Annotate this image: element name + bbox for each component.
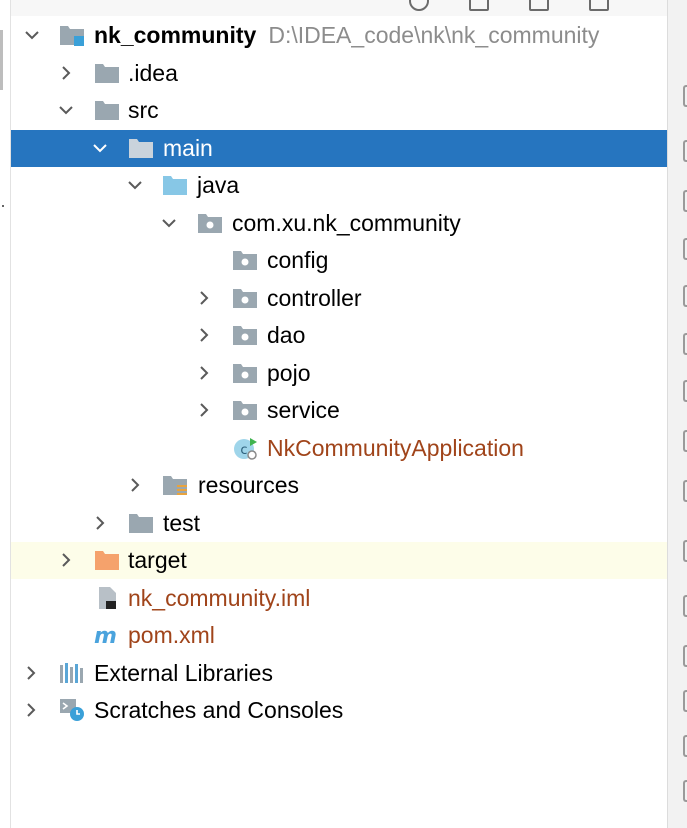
folder-icon <box>95 101 119 120</box>
tree-item-label: resources <box>198 472 299 498</box>
chevron-right-icon[interactable] <box>197 365 211 381</box>
chevron-right-icon[interactable] <box>59 65 73 81</box>
tree-item-label: target <box>128 547 187 573</box>
tree-item-controller[interactable]: controller <box>11 280 667 317</box>
locate-icon[interactable] <box>409 0 429 11</box>
tree-item-label: .idea <box>128 59 178 86</box>
project-path: D:\IDEA_code\nk\nk_community <box>268 22 600 48</box>
settings-icon[interactable] <box>529 0 549 11</box>
tree-item-external-libraries[interactable]: External Libraries <box>11 655 667 692</box>
spring-boot-class-icon: c <box>234 437 257 460</box>
tree-item-nk-community[interactable]: nk_community D:\IDEA_code\nk\nk_community <box>11 17 667 54</box>
svg-text:c: c <box>240 443 247 458</box>
excluded-folder-icon <box>95 551 119 570</box>
tree-item-label: External Libraries <box>94 659 273 686</box>
tree-item-config[interactable]: config <box>11 242 667 279</box>
chevron-right-icon[interactable] <box>24 702 38 718</box>
package-icon <box>233 401 257 420</box>
module-folder-icon <box>60 26 84 46</box>
package-icon <box>233 363 257 383</box>
right-tool-strip <box>667 0 687 828</box>
tree-item-resources[interactable]: resources <box>11 467 667 504</box>
maven-file-icon: m <box>94 624 117 647</box>
tree-item-label: Scratches and Consoles <box>94 697 344 723</box>
tree-item-label: NkCommunityApplication <box>267 434 524 461</box>
package-icon <box>233 326 257 345</box>
tree-item-src[interactable]: src <box>11 92 667 129</box>
tree-item-label: dao <box>267 322 306 348</box>
tree-item-pojo[interactable]: pojo <box>11 355 667 392</box>
package-icon <box>233 288 257 308</box>
resources-folder-icon <box>163 476 187 495</box>
tree-item-target[interactable]: target <box>11 542 667 579</box>
tree-item-label: java <box>197 172 240 198</box>
chevron-right-icon[interactable] <box>197 290 211 306</box>
tree-item-pom[interactable]: m pom.xml <box>11 617 667 654</box>
tree-item-java[interactable]: java <box>11 167 667 204</box>
tree-item-test[interactable]: test <box>11 505 667 542</box>
tree-item-label: service <box>267 397 340 423</box>
iml-file-icon <box>99 586 116 609</box>
tree-item-label: config <box>267 247 329 273</box>
tree-item-iml-file[interactable]: nk_community.iml <box>11 580 667 617</box>
folder-icon <box>95 63 119 83</box>
chevron-right-icon[interactable] <box>59 552 73 568</box>
project-root-label: nk_community D:\IDEA_code\nk\nk_community <box>94 22 600 48</box>
chevron-down-icon[interactable] <box>59 102 73 118</box>
svg-text:m: m <box>94 624 117 647</box>
collapse-all-icon[interactable] <box>469 0 489 11</box>
chevron-right-icon[interactable] <box>197 402 211 418</box>
package-icon <box>198 213 222 233</box>
libraries-icon <box>60 662 83 683</box>
chevron-down-icon[interactable] <box>162 215 176 231</box>
left-tool-strip <box>0 0 11 828</box>
hide-icon[interactable] <box>589 0 609 11</box>
package-icon <box>233 251 257 270</box>
source-folder-icon <box>163 176 187 195</box>
scratches-icon <box>60 699 84 721</box>
tree-item-scratches[interactable]: Scratches and Consoles <box>11 692 667 729</box>
tree-item-label: nk_community.iml <box>128 584 311 611</box>
chevron-right-icon[interactable] <box>93 515 107 531</box>
tree-item-label: pojo <box>267 359 311 386</box>
tree-item-label: test <box>163 509 201 536</box>
tree-item-label: main <box>163 134 213 161</box>
tree-item-label: controller <box>267 284 362 311</box>
tree-item-idea[interactable]: .idea <box>11 55 667 92</box>
chevron-right-icon[interactable] <box>128 477 142 493</box>
tree-item-main[interactable]: main <box>11 129 667 167</box>
chevron-right-icon[interactable] <box>197 327 211 343</box>
project-toolbar <box>11 0 667 16</box>
folder-icon <box>129 138 153 158</box>
chevron-down-icon[interactable] <box>25 27 39 43</box>
chevron-down-icon[interactable] <box>93 140 107 156</box>
tree-item-package-root[interactable]: com.xu.nk_community <box>11 205 667 242</box>
chevron-down-icon[interactable] <box>128 177 142 193</box>
tree-item-label: pom.xml <box>128 622 215 648</box>
tree-item-dao[interactable]: dao <box>11 317 667 354</box>
tree-item-application-class[interactable]: c NkCommunityApplication <box>11 430 667 467</box>
chevron-right-icon[interactable] <box>24 665 38 681</box>
tree-item-label: com.xu.nk_community <box>232 209 461 236</box>
tree-item-label: src <box>128 97 159 123</box>
folder-icon <box>129 513 153 533</box>
tree-item-service[interactable]: service <box>11 392 667 429</box>
